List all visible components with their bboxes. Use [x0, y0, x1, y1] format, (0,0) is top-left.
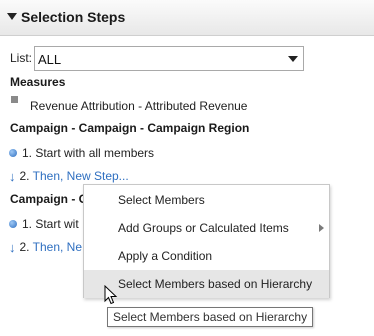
list-select[interactable]: ALL [34, 46, 304, 71]
measure-item: Revenue Attribution - Attributed Revenue [30, 99, 248, 113]
selection-steps-panel: Selection Steps List: ALL Measures Reven… [0, 0, 374, 336]
measures-heading: Measures [10, 75, 66, 89]
list-label: List: [10, 51, 33, 65]
campaign-heading-2: Campaign - C [10, 192, 88, 206]
menu-item-label: Select Members [118, 193, 205, 207]
menu-item-select-by-hierarchy[interactable]: Select Members based on Hierarchy [84, 270, 329, 298]
menu-item-add-groups[interactable]: Add Groups or Calculated Items [84, 214, 329, 242]
tooltip: Select Members based on Hierarchy [107, 307, 314, 327]
blue-dot-icon [9, 219, 17, 228]
blue-dot-icon [9, 148, 17, 157]
context-menu: Select Members Add Groups or Calculated … [83, 184, 330, 298]
step-text-2: 1. Start wit [22, 217, 79, 231]
step-then-2: ↓ 2. Then, Ne [9, 239, 82, 255]
step-text: 1. Start with all members [22, 146, 155, 160]
step-start-all-members: 1. Start with all members [9, 146, 154, 160]
menu-item-select-members[interactable]: Select Members [84, 186, 329, 214]
campaign-region-heading: Campaign - Campaign - Campaign Region [10, 121, 250, 135]
menu-item-label: Select Members based on Hierarchy [118, 277, 313, 291]
chevron-right-icon [319, 224, 324, 232]
menu-item-apply-condition[interactable]: Apply a Condition [84, 242, 329, 270]
down-arrow-icon: ↓ [9, 169, 16, 184]
menu-item-label: Add Groups or Calculated Items [118, 221, 289, 235]
panel-header: Selection Steps [0, 0, 374, 36]
panel-title: Selection Steps [21, 9, 126, 25]
step-number-2: 2. [19, 240, 30, 254]
down-arrow-icon: ↓ [9, 240, 16, 255]
collapse-triangle-icon[interactable] [7, 13, 17, 20]
new-step-link-2[interactable]: Then, Ne [33, 240, 82, 254]
menu-item-label: Apply a Condition [118, 249, 213, 263]
step-start-2: 1. Start wit [9, 217, 79, 231]
mouse-pointer-icon [104, 285, 118, 305]
list-select-value: ALL [38, 52, 62, 67]
chevron-down-icon[interactable] [288, 56, 298, 62]
square-bullet-icon [11, 96, 18, 103]
new-step-link[interactable]: Then, New Step... [33, 169, 129, 183]
step-then-new: ↓ 2. Then, New Step... [9, 168, 129, 184]
step-number: 2. [19, 169, 30, 183]
